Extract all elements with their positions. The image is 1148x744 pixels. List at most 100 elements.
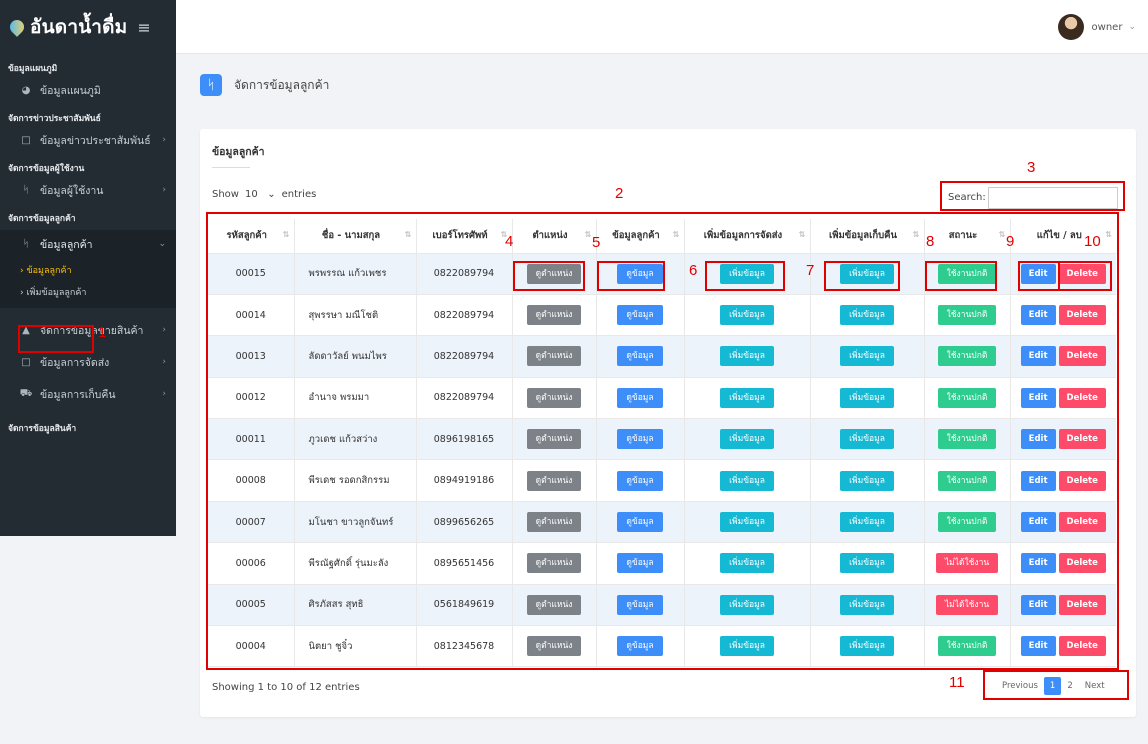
sidebar-item-customers[interactable]: ᛋ ข้อมูลลูกค้า ⌄ — [0, 230, 176, 258]
view-customer-button[interactable]: ดูข้อมูล — [617, 305, 663, 326]
add-return-button[interactable]: เพิ่มข้อมูล — [840, 346, 894, 367]
edit-button[interactable]: Edit — [1020, 346, 1056, 367]
view-customer-button[interactable]: ดูข้อมูล — [617, 594, 663, 615]
delete-button[interactable]: Delete — [1058, 429, 1106, 450]
view-customer-button[interactable]: ดูข้อมูล — [617, 553, 663, 574]
view-location-button[interactable]: ดูตำแหน่ง — [526, 636, 582, 657]
delete-button[interactable]: Delete — [1058, 553, 1106, 574]
add-delivery-button[interactable]: เพิ่มข้อมูล — [720, 512, 774, 533]
customer-phone: 0896198165 — [433, 433, 495, 445]
view-customer-button[interactable]: ดูข้อมูล — [617, 346, 663, 367]
column-header[interactable]: เพิ่มข้อมูลการจัดส่ง ⇅ — [684, 219, 811, 254]
pagination-previous[interactable]: Previous — [996, 677, 1044, 695]
view-location-button[interactable]: ดูตำแหน่ง — [526, 470, 582, 491]
edit-button[interactable]: Edit — [1020, 636, 1056, 657]
add-return-button[interactable]: เพิ่มข้อมูล — [840, 470, 894, 491]
customer-name: นิตยา ชูจิ๋ว — [308, 640, 353, 652]
add-delivery-button[interactable]: เพิ่มข้อมูล — [720, 346, 774, 367]
submenu-item-add-customer[interactable]: › เพิ่มข้อมูลลูกค้า — [0, 282, 176, 304]
submenu-item-customer-info[interactable]: › ข้อมูลลูกค้า — [0, 260, 176, 282]
view-location-button[interactable]: ดูตำแหน่ง — [526, 512, 582, 533]
sidebar-item-sales[interactable]: ▲ จัดการข้อมูลขายสินค้า › — [0, 316, 176, 344]
add-delivery-button[interactable]: เพิ่มข้อมูล — [720, 470, 774, 491]
add-delivery-button[interactable]: เพิ่มข้อมูล — [720, 387, 774, 408]
add-return-button[interactable]: เพิ่มข้อมูล — [840, 263, 894, 284]
view-location-button[interactable]: ดูตำแหน่ง — [526, 387, 582, 408]
edit-button[interactable]: Edit — [1020, 387, 1056, 408]
status-badge[interactable]: ใช้งานปกติ — [937, 636, 997, 657]
add-delivery-button[interactable]: เพิ่มข้อมูล — [720, 429, 774, 450]
status-badge[interactable]: ไม่ได้ใช้งาน — [935, 553, 999, 574]
column-header[interactable]: สถานะ ⇅ — [924, 219, 1011, 254]
view-location-button[interactable]: ดูตำแหน่ง — [526, 263, 582, 284]
view-location-button[interactable]: ดูตำแหน่ง — [526, 305, 582, 326]
pagination-page-1[interactable]: 1 — [1043, 677, 1062, 695]
edit-button[interactable]: Edit — [1020, 594, 1056, 615]
add-return-button[interactable]: เพิ่มข้อมูล — [840, 594, 894, 615]
add-delivery-button[interactable]: เพิ่มข้อมูล — [720, 594, 774, 615]
column-header[interactable]: เพิ่มข้อมูลเก็บคืน ⇅ — [810, 219, 925, 254]
view-location-button[interactable]: ดูตำแหน่ง — [526, 346, 582, 367]
add-return-button[interactable]: เพิ่มข้อมูล — [840, 305, 894, 326]
status-badge[interactable]: ใช้งานปกติ — [937, 305, 997, 326]
view-customer-button[interactable]: ดูข้อมูล — [617, 636, 663, 657]
edit-button[interactable]: Edit — [1020, 470, 1056, 491]
sidebar-item-delivery[interactable]: □ ข้อมูลการจัดส่ง › — [0, 348, 176, 376]
add-delivery-button[interactable]: เพิ่มข้อมูล — [720, 263, 774, 284]
user-menu[interactable]: owner ⌄ — [1057, 14, 1136, 40]
status-badge[interactable]: ใช้งานปกติ — [937, 512, 997, 533]
add-return-button[interactable]: เพิ่มข้อมูล — [840, 512, 894, 533]
add-return-button[interactable]: เพิ่มข้อมูล — [840, 553, 894, 574]
add-return-button[interactable]: เพิ่มข้อมูล — [840, 387, 894, 408]
sidebar-item-chart[interactable]: ◕ ข้อมูลแผนภูมิ — [0, 76, 176, 104]
delete-button[interactable]: Delete — [1058, 636, 1106, 657]
edit-button[interactable]: Edit — [1020, 305, 1056, 326]
view-customer-button[interactable]: ดูข้อมูล — [617, 429, 663, 450]
pagination-next[interactable]: Next — [1079, 677, 1111, 695]
column-header[interactable]: ข้อมูลลูกค้า ⇅ — [596, 219, 685, 254]
pagination-page-2[interactable]: 2 — [1061, 677, 1078, 695]
column-header[interactable]: เบอร์โทรศัพท์ ⇅ — [416, 219, 513, 254]
add-delivery-button[interactable]: เพิ่มข้อมูล — [720, 553, 774, 574]
sidebar-item-news[interactable]: □ ข้อมูลข่าวประชาสัมพันธ์ › — [0, 126, 176, 154]
column-header[interactable]: ชื่อ - นามสกุล ⇅ — [294, 219, 417, 254]
entries-select[interactable]: 10 ⌄ — [245, 189, 276, 200]
edit-button[interactable]: Edit — [1020, 512, 1056, 533]
delete-button[interactable]: Delete — [1058, 594, 1106, 615]
sidebar-item-return[interactable]: ⛟ ข้อมูลการเก็บคืน › — [0, 380, 176, 408]
delete-button[interactable]: Delete — [1058, 263, 1106, 284]
customer-name: มโนชา ขาวลูกจันทร์ — [308, 516, 394, 528]
column-header[interactable]: รหัสลูกค้า ⇅ — [208, 219, 295, 254]
view-customer-button[interactable]: ดูข้อมูล — [617, 387, 663, 408]
view-customer-button[interactable]: ดูข้อมูล — [617, 470, 663, 491]
add-delivery-button[interactable]: เพิ่มข้อมูล — [720, 636, 774, 657]
status-badge[interactable]: ใช้งานปกติ — [937, 429, 997, 450]
delete-button[interactable]: Delete — [1058, 305, 1106, 326]
delete-button[interactable]: Delete — [1058, 470, 1106, 491]
delete-button[interactable]: Delete — [1058, 346, 1106, 367]
annotation-label-7: 7 — [806, 262, 815, 279]
view-location-button[interactable]: ดูตำแหน่ง — [526, 429, 582, 450]
column-header[interactable]: ตำแหน่ง ⇅ — [512, 219, 597, 254]
search-input[interactable] — [988, 187, 1118, 209]
view-location-button[interactable]: ดูตำแหน่ง — [526, 553, 582, 574]
hamburger-menu-icon[interactable]: ≡ — [137, 18, 150, 37]
add-return-button[interactable]: เพิ่มข้อมูล — [840, 429, 894, 450]
edit-button[interactable]: Edit — [1020, 429, 1056, 450]
status-badge[interactable]: ใช้งานปกติ — [937, 387, 997, 408]
delete-button[interactable]: Delete — [1058, 512, 1106, 533]
edit-button[interactable]: Edit — [1020, 263, 1056, 284]
status-badge[interactable]: ใช้งานปกติ — [937, 263, 997, 284]
delete-button[interactable]: Delete — [1058, 387, 1106, 408]
sidebar-item-users[interactable]: ᛋ ข้อมูลผู้ใช้งาน › — [0, 176, 176, 204]
customer-id: 00004 — [235, 640, 266, 652]
status-badge[interactable]: ใช้งานปกติ — [937, 470, 997, 491]
view-customer-button[interactable]: ดูข้อมูล — [617, 512, 663, 533]
edit-button[interactable]: Edit — [1020, 553, 1056, 574]
add-return-button[interactable]: เพิ่มข้อมูล — [840, 636, 894, 657]
view-location-button[interactable]: ดูตำแหน่ง — [526, 594, 582, 615]
status-badge[interactable]: ไม่ได้ใช้งาน — [935, 594, 999, 615]
status-badge[interactable]: ใช้งานปกติ — [937, 346, 997, 367]
add-delivery-button[interactable]: เพิ่มข้อมูล — [720, 305, 774, 326]
view-customer-button[interactable]: ดูข้อมูล — [617, 263, 663, 284]
